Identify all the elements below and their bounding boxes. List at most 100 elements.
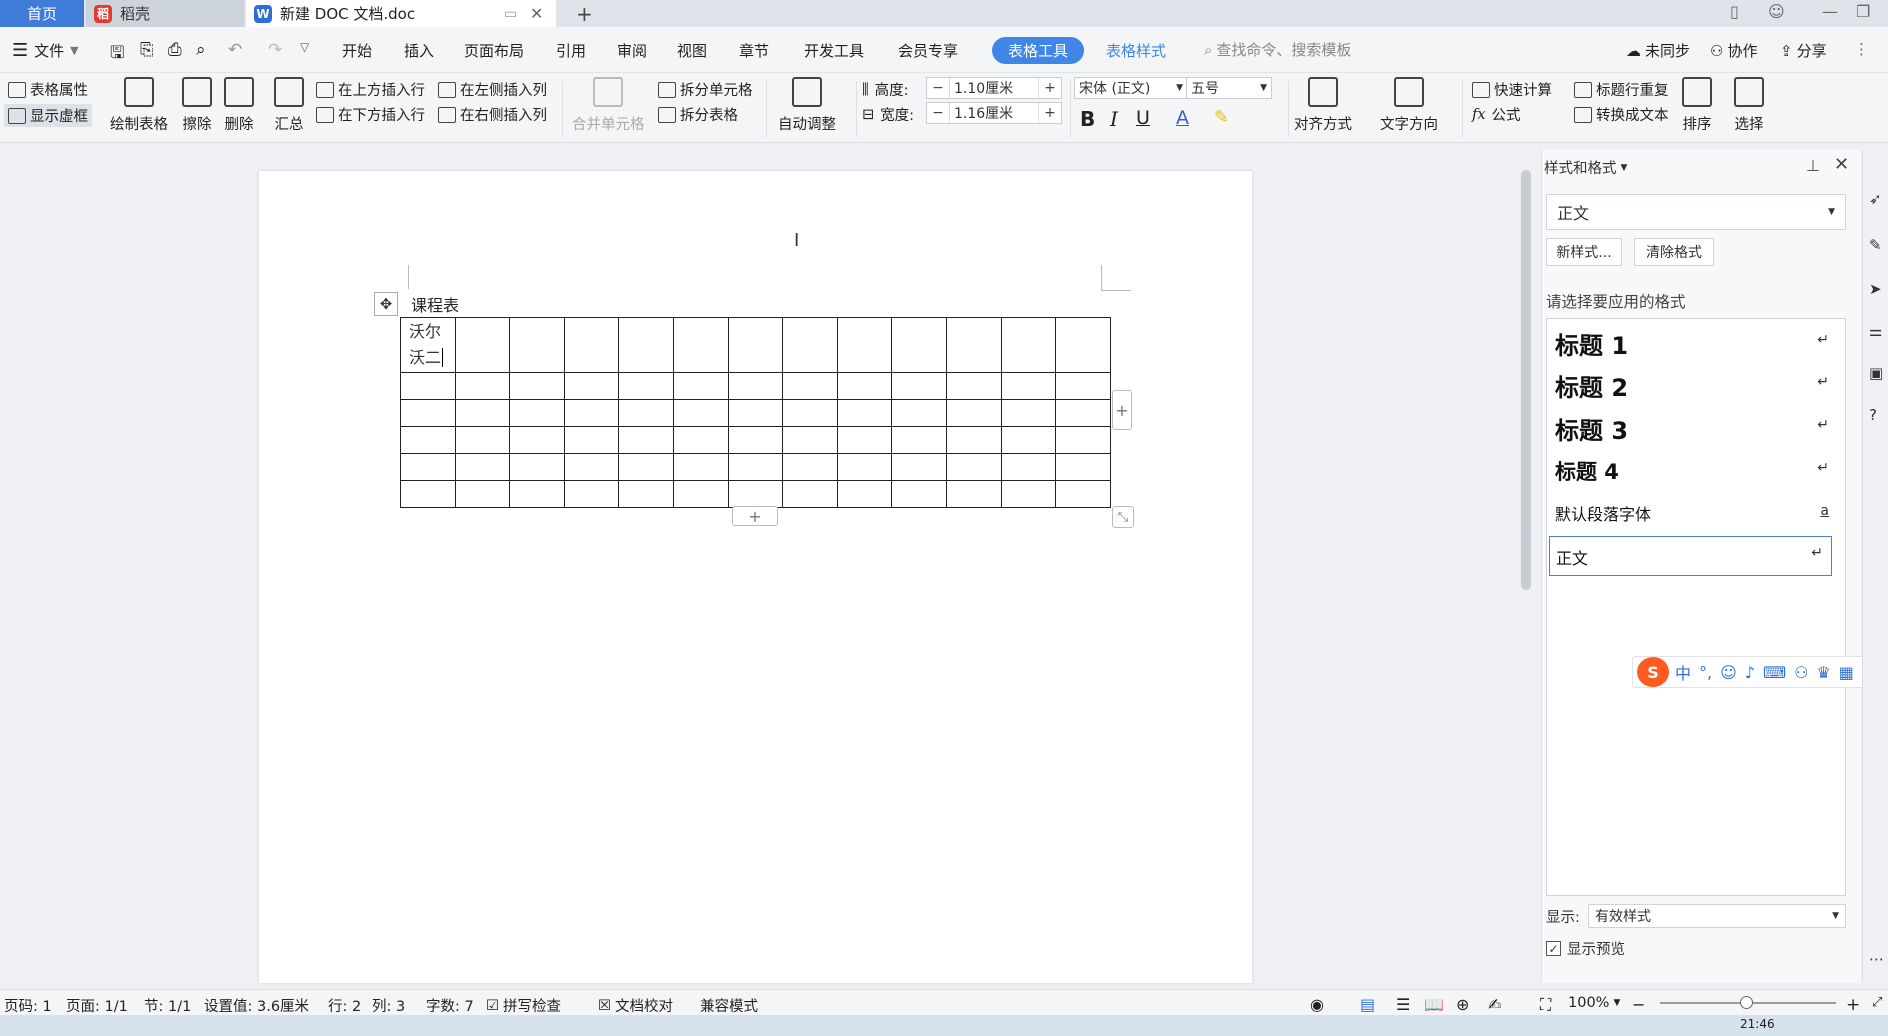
highlight-icon[interactable]: ✎	[1214, 107, 1229, 128]
microphone-icon[interactable]: ♪	[1745, 663, 1755, 682]
table-cell[interactable]	[727, 372, 784, 400]
tab-table-style[interactable]: 表格样式	[1106, 40, 1166, 61]
table-cell[interactable]	[563, 426, 620, 454]
font-size-select[interactable]: 五号 ▼	[1186, 77, 1272, 99]
tab-daoke[interactable]: 稻 稻壳	[86, 0, 244, 27]
more-icon[interactable]: ⋯	[1869, 950, 1884, 968]
table-cell[interactable]	[672, 453, 729, 481]
status-section[interactable]: 节: 1/1	[144, 995, 191, 1016]
outline-view-icon[interactable]: ☰	[1396, 995, 1410, 1014]
keyboard-icon[interactable]: ⌨	[1763, 663, 1786, 682]
scrollbar-thumb[interactable]	[1521, 170, 1531, 590]
tab-home[interactable]: 首页	[0, 0, 84, 27]
table-cell[interactable]	[945, 453, 1002, 481]
table-cell[interactable]	[563, 317, 620, 373]
write-mode-icon[interactable]: ✍	[1488, 995, 1501, 1014]
sliders-icon[interactable]: ⚌	[1869, 322, 1882, 340]
alignment-button[interactable]: 对齐方式	[1294, 77, 1352, 134]
minimize-icon[interactable]: —	[1822, 2, 1838, 21]
insert-row-below-button[interactable]: 在下方插入行	[316, 104, 425, 125]
table-cell[interactable]	[782, 426, 838, 454]
increase-button[interactable]: +	[1039, 80, 1061, 96]
menu-view[interactable]: 视图	[677, 40, 707, 61]
menu-review[interactable]: 审阅	[617, 40, 647, 61]
export-pdf-icon[interactable]: ⎘	[140, 40, 154, 60]
spell-check-button[interactable]: ☑ 拼写检查	[486, 995, 561, 1016]
table-cell[interactable]	[454, 372, 511, 400]
decrease-button[interactable]: −	[927, 105, 949, 121]
menu-insert[interactable]: 插入	[404, 40, 434, 61]
table-cell[interactable]	[782, 399, 838, 427]
style-item-heading4[interactable]: 标题 4 ↵	[1555, 456, 1837, 486]
table-cell[interactable]	[1000, 453, 1057, 481]
table-move-handle-icon[interactable]: ✥	[374, 292, 398, 316]
table-cell[interactable]	[945, 426, 1002, 454]
ime-toolbar[interactable]: S 中 °, ☺ ♪ ⌨ ⚇ ♛ ▦	[1632, 656, 1888, 688]
auto-fit-button[interactable]: 自动调整	[778, 77, 836, 134]
decrease-button[interactable]: −	[927, 80, 949, 96]
table-cell[interactable]	[727, 426, 784, 454]
split-cells-button[interactable]: 拆分单元格	[658, 79, 753, 100]
table-cell[interactable]	[454, 480, 511, 508]
document-page[interactable]	[259, 171, 1252, 983]
col-width-value[interactable]: 1.16厘米	[949, 103, 1039, 123]
table-cell[interactable]	[782, 480, 838, 508]
close-panel-icon[interactable]: ✕	[1834, 154, 1849, 175]
select-button[interactable]: 选择	[1734, 77, 1764, 134]
redo-icon[interactable]: ↷	[268, 40, 282, 60]
table-cell[interactable]	[509, 426, 565, 454]
table-cell[interactable]	[454, 317, 511, 373]
split-table-button[interactable]: 拆分表格	[658, 104, 738, 125]
table-cell[interactable]	[672, 480, 729, 508]
user-icon[interactable]: ⚇	[1794, 663, 1808, 682]
menu-page-layout[interactable]: 页面布局	[464, 40, 524, 61]
table-cell[interactable]	[563, 399, 620, 427]
table-cell[interactable]	[1000, 399, 1057, 427]
collab-button[interactable]: ⚇ 协作	[1710, 40, 1757, 61]
status-row[interactable]: 行: 2	[328, 995, 361, 1016]
clear-format-button[interactable]: 清除格式	[1634, 238, 1714, 266]
row-height-value[interactable]: 1.10厘米	[949, 78, 1039, 98]
command-search[interactable]: ⌕ 查找命令、搜索模板	[1204, 39, 1351, 60]
table-cell[interactable]	[782, 372, 838, 400]
table-cell[interactable]	[727, 399, 784, 427]
share-button[interactable]: ⇪ 分享	[1780, 40, 1827, 61]
zoom-in-icon[interactable]: +	[1846, 995, 1860, 1015]
table-cell[interactable]	[782, 317, 838, 373]
table-cell[interactable]	[1000, 372, 1057, 400]
close-tab-icon[interactable]: ✕	[530, 4, 543, 23]
proofread-button[interactable]: ☒ 文档校对	[598, 995, 673, 1016]
table-cell[interactable]	[400, 372, 456, 400]
table-cell[interactable]	[672, 426, 729, 454]
col-width-stepper[interactable]: −1.16厘米 +	[926, 102, 1062, 124]
bold-icon[interactable]: B	[1080, 107, 1095, 131]
help-icon[interactable]: ?	[1869, 406, 1877, 424]
table-cell[interactable]	[836, 480, 893, 508]
table-cell[interactable]	[891, 399, 947, 427]
table-cell[interactable]	[400, 453, 456, 481]
table-cell[interactable]	[727, 480, 784, 508]
table-cell[interactable]	[618, 453, 674, 481]
status-pages[interactable]: 页面: 1/1	[66, 995, 128, 1016]
font-color-icon[interactable]: A	[1176, 107, 1189, 129]
status-page-number[interactable]: 页码: 1	[4, 995, 52, 1016]
table-cell[interactable]	[509, 453, 565, 481]
text-direction-button[interactable]: 文字方向	[1380, 77, 1438, 134]
print-preview-icon[interactable]: ⌕	[196, 40, 206, 60]
current-style-select[interactable]: 正文 ▼	[1546, 194, 1846, 230]
table-cell[interactable]	[1055, 453, 1111, 481]
style-item-heading1[interactable]: 标题 1 ↵	[1555, 326, 1837, 360]
picture-icon[interactable]: ▣	[1869, 364, 1883, 382]
menu-home[interactable]: 开始	[342, 40, 372, 61]
sync-status[interactable]: ☁ 未同步	[1626, 40, 1690, 61]
style-item-heading2[interactable]: 标题 2 ↵	[1555, 368, 1837, 402]
rocket-icon[interactable]: ➶	[1869, 190, 1882, 208]
quick-calc-button[interactable]: 快速计算	[1472, 79, 1552, 100]
menu-membership[interactable]: 会员专享	[898, 40, 958, 61]
pin-panel-icon[interactable]: ⊥	[1806, 156, 1820, 175]
underline-icon[interactable]: U	[1136, 107, 1150, 129]
table-cell[interactable]	[836, 317, 893, 373]
table-properties-button[interactable]: 表格属性	[8, 79, 88, 100]
zoom-slider[interactable]	[1660, 996, 1836, 1009]
status-word-count[interactable]: 字数: 7	[426, 995, 474, 1016]
